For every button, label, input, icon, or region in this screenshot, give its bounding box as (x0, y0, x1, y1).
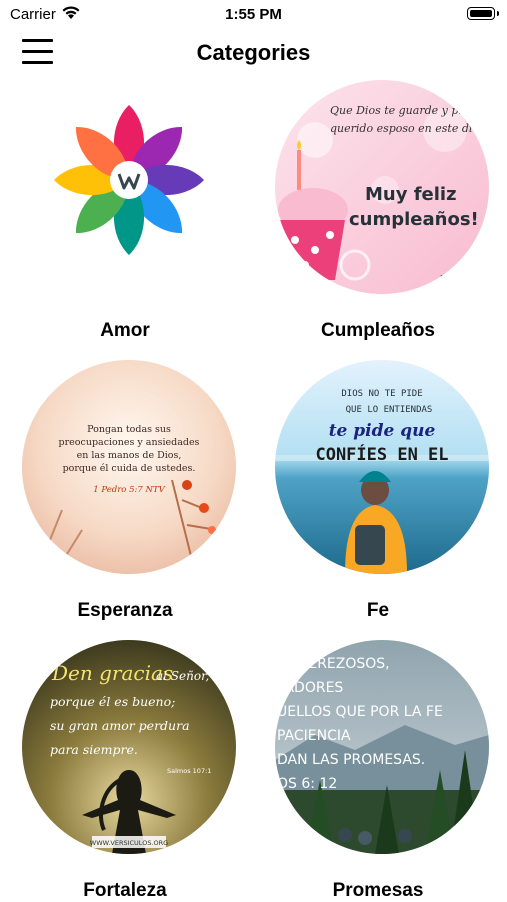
category-label: Promesas (332, 880, 424, 901)
forest-landscape-image: AS PEREZOSOS, TADORES UELLOS QUE POR LA … (275, 640, 489, 854)
page-title: Categories (196, 40, 311, 65)
category-image: Den gracias al Señor, porque él es bueno… (22, 640, 236, 854)
battery-icon (467, 7, 499, 20)
card-text: DAN LAS PROMESAS. (277, 752, 425, 768)
card-text: porque él es bueno; (50, 694, 175, 709)
card-text: TADORES (276, 680, 343, 696)
card-text: Pongan todas sus (87, 424, 171, 435)
category-tile-amor[interactable]: Amor (10, 80, 240, 341)
card-text: al Señor, (156, 669, 209, 683)
card-text: Que Dios te guarde y pr (330, 104, 464, 117)
status-bar: Carrier 1:55 PM (0, 0, 507, 30)
woman-silhouette-image: Den gracias al Señor, porque él es bueno… (22, 640, 236, 854)
hiker-by-lake-image: DIOS NO TE PIDE QUE LO ENTIENDAS te pide… (275, 360, 489, 574)
category-tile-promesas[interactable]: AS PEREZOSOS, TADORES UELLOS QUE POR LA … (263, 640, 493, 901)
category-image (22, 80, 236, 294)
category-image: Que Dios te guarde y pr querido esposo e… (275, 80, 489, 294)
card-text: querido esposo en este di (330, 122, 472, 135)
card-text: 1 Pedro 5:7 NTV (93, 485, 165, 495)
card-text: QUE LO ENTIENDAS (346, 405, 433, 415)
card-text: mensaj (440, 273, 473, 283)
category-label: Amor (100, 320, 150, 341)
category-image: AS PEREZOSOS, TADORES UELLOS QUE POR LA … (275, 640, 489, 854)
card-text: Den gracias (51, 661, 173, 685)
category-label: Fe (366, 600, 390, 621)
category-image: DIOS NO TE PIDE QUE LO ENTIENDAS te pide… (275, 360, 489, 574)
category-label: Cumpleaños (320, 320, 436, 341)
card-text: Muy feliz (365, 184, 457, 205)
birthday-cupcake-image: Que Dios te guarde y pr querido esposo e… (275, 80, 489, 294)
card-text: AS PEREZOSOS, (277, 656, 390, 672)
category-tile-fortaleza[interactable]: Den gracias al Señor, porque él es bueno… (10, 640, 240, 901)
card-text: porque él cuida de ustedes. (63, 463, 196, 474)
card-text: Salmos 107:1 (167, 767, 211, 775)
verse-card-image: Pongan todas sus preocupaciones y ansied… (22, 360, 236, 574)
category-tile-cumpleanos[interactable]: Que Dios te guarde y pr querido esposo e… (263, 80, 493, 341)
app-logo-flower-icon (54, 105, 204, 255)
card-text: WWW.VERSICULOS.ORG (90, 839, 168, 847)
card-text: CONFÍES EN EL (315, 443, 448, 465)
category-label: Fortaleza (83, 880, 167, 901)
category-tile-esperanza[interactable]: Pongan todas sus preocupaciones y ansied… (10, 360, 240, 621)
card-text: te pide que (329, 421, 436, 441)
card-text: preocupaciones y ansiedades (59, 437, 200, 448)
card-text: en las manos de Dios, (77, 450, 182, 461)
card-text: DIOS NO TE PIDE (341, 389, 422, 399)
clock: 1:55 PM (225, 6, 282, 23)
card-text: su gran amor perdura (50, 718, 190, 733)
card-text: cumpleaños! (349, 209, 479, 230)
card-text: UELLOS QUE POR LA FE (277, 704, 443, 720)
card-text: PACIENCIA (277, 728, 351, 744)
card-text: para siempre. (50, 742, 138, 757)
category-label: Esperanza (77, 600, 173, 621)
category-tile-fe[interactable]: DIOS NO TE PIDE QUE LO ENTIENDAS te pide… (263, 360, 493, 621)
category-image: Pongan todas sus preocupaciones y ansied… (22, 360, 236, 574)
card-text: OS 6: 12 (277, 776, 337, 792)
navigation-bar: Categories (0, 30, 507, 74)
